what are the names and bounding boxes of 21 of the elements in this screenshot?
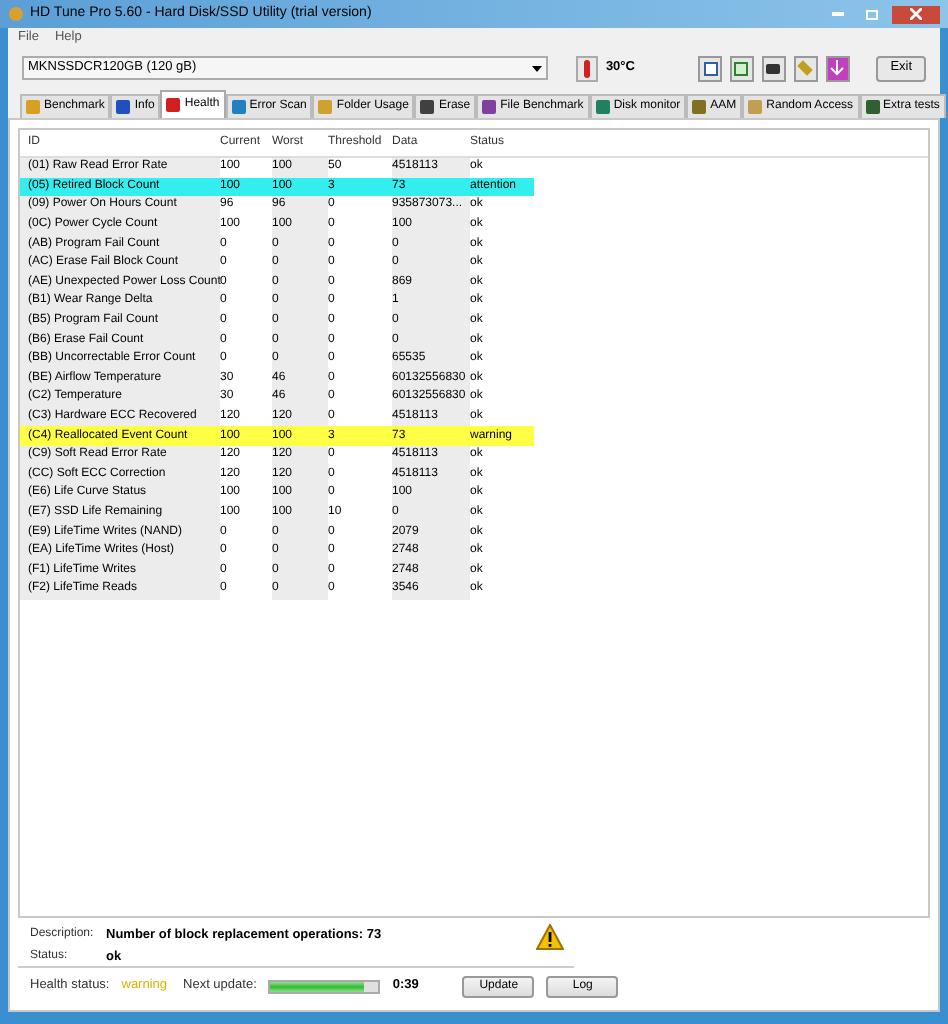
tab-icon — [692, 100, 707, 114]
close-button[interactable] — [892, 5, 940, 23]
tab-icon — [116, 100, 131, 114]
tab-icon — [865, 100, 880, 114]
update-progress-bar — [268, 979, 381, 993]
app-icon — [8, 6, 24, 22]
caret-icon — [532, 65, 543, 71]
tab-icon — [318, 100, 333, 114]
download-button[interactable] — [825, 55, 850, 81]
tab-icon — [166, 98, 181, 112]
warning-icon — [536, 924, 564, 950]
copy-button[interactable] — [730, 55, 754, 81]
thermometer-icon — [575, 55, 598, 81]
tab-icon — [420, 100, 435, 114]
tab-icon — [26, 100, 40, 114]
close-icon — [910, 8, 922, 20]
tab-icon — [482, 100, 497, 114]
copy-button[interactable] — [698, 55, 722, 81]
tab-icon — [595, 100, 610, 114]
tab-icon — [748, 100, 763, 114]
tab-icon — [231, 100, 246, 114]
